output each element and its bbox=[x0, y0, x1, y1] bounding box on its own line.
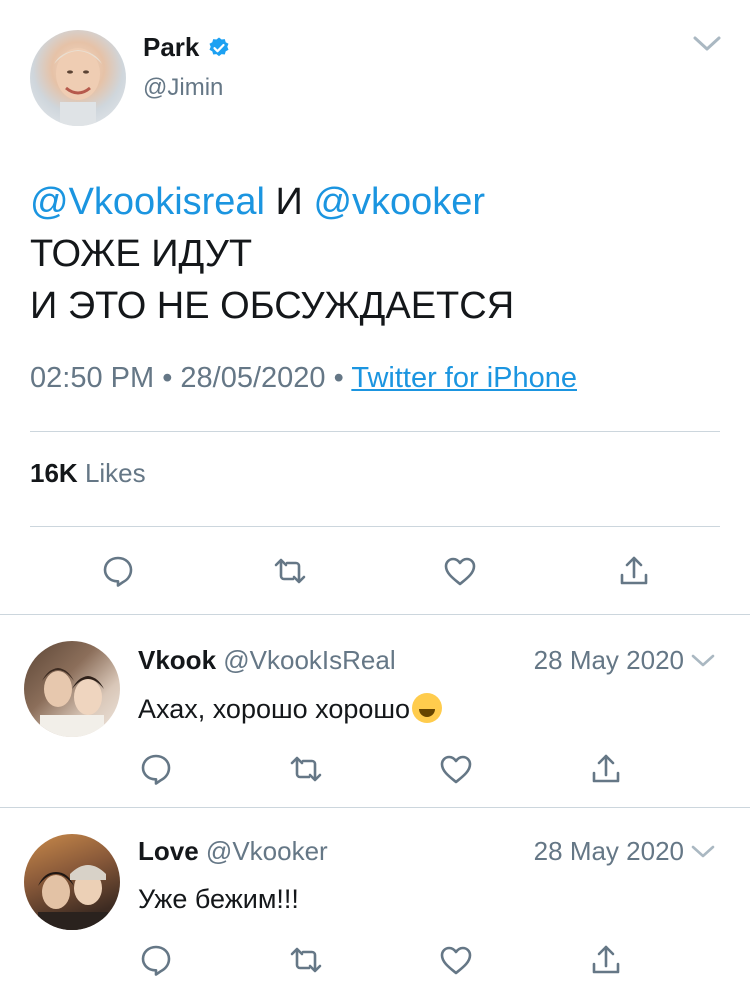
reply-tweet[interactable]: Vkook @VkookIsReal 28 May 2020 Ахах, хор… bbox=[0, 615, 750, 808]
reply-author-handle[interactable]: @VkookIsReal bbox=[223, 645, 395, 675]
author-name[interactable]: Park bbox=[143, 32, 199, 63]
tweet-time: 02:50 PM bbox=[30, 362, 155, 394]
tweet-text: @Vkookisreal И @vkooker ТОЖЕ ИДУТ И ЭТО … bbox=[30, 176, 514, 332]
author-name-row: Park bbox=[143, 32, 231, 63]
chevron-down-icon[interactable] bbox=[690, 651, 716, 671]
tweet-connector: И bbox=[265, 181, 314, 223]
reply-author-handle[interactable]: @Vkooker bbox=[206, 836, 328, 866]
author-handle[interactable]: @Jimin bbox=[143, 74, 223, 102]
reply-date: 28 May 2020 bbox=[533, 836, 684, 866]
share-icon[interactable] bbox=[588, 751, 622, 785]
chevron-down-icon[interactable] bbox=[692, 34, 722, 54]
reply-author-name[interactable]: Vkook bbox=[138, 645, 216, 675]
reply-author: Vkook @VkookIsReal bbox=[138, 645, 396, 676]
reply-author-name[interactable]: Love bbox=[138, 836, 199, 866]
main-tweet: Park @Jimin @Vkookisreal И @vkooker ТОЖЕ… bbox=[0, 0, 750, 615]
chevron-down-icon[interactable] bbox=[690, 842, 716, 862]
reply-icon[interactable] bbox=[138, 751, 172, 785]
reply-text: Уже бежим!!! bbox=[138, 884, 299, 914]
mention-link[interactable]: @Vkookisreal bbox=[30, 181, 265, 223]
reply-tweet[interactable]: Love @Vkooker 28 May 2020 Уже бежим!!! bbox=[0, 808, 750, 1000]
author-avatar[interactable] bbox=[30, 30, 126, 126]
retweet-icon[interactable] bbox=[272, 553, 308, 589]
share-icon[interactable] bbox=[616, 553, 652, 589]
tweet-meta: 02:50 PM • 28/05/2020 • Twitter for iPho… bbox=[30, 362, 577, 395]
likes-count: 16K bbox=[30, 458, 78, 488]
heart-icon[interactable] bbox=[442, 553, 478, 589]
likes-stat[interactable]: 16K Likes bbox=[30, 458, 146, 489]
reply-avatar[interactable] bbox=[24, 834, 120, 930]
tweet-line: ТОЖЕ ИДУТ bbox=[30, 233, 253, 275]
divider bbox=[30, 431, 720, 432]
reply-author: Love @Vkooker bbox=[138, 836, 328, 867]
reply-icon[interactable] bbox=[100, 553, 136, 589]
verified-badge-icon bbox=[207, 36, 231, 60]
reply-text-content: Ахах, хорошо хорошо bbox=[138, 694, 411, 724]
reply-date: 28 May 2020 bbox=[533, 645, 684, 675]
reply-icon[interactable] bbox=[138, 942, 172, 976]
heart-icon[interactable] bbox=[438, 942, 472, 976]
tweet-line: И ЭТО НЕ ОБСУЖДАЕТСЯ bbox=[30, 285, 515, 327]
tweet-source-link[interactable]: Twitter for iPhone bbox=[351, 362, 577, 394]
share-icon[interactable] bbox=[588, 942, 622, 976]
heart-icon[interactable] bbox=[438, 751, 472, 785]
retweet-icon[interactable] bbox=[288, 942, 322, 976]
reply-text: Ахах, хорошо хорошо bbox=[138, 693, 443, 725]
divider bbox=[30, 526, 720, 527]
mention-link[interactable]: @vkooker bbox=[313, 181, 485, 223]
laughing-tears-emoji-icon bbox=[412, 693, 443, 723]
reply-avatar[interactable] bbox=[24, 641, 120, 737]
tweet-date: 28/05/2020 bbox=[180, 362, 326, 394]
retweet-icon[interactable] bbox=[288, 751, 322, 785]
likes-label: Likes bbox=[84, 458, 146, 488]
meta-separator: • bbox=[162, 362, 173, 394]
meta-separator: • bbox=[333, 362, 344, 394]
